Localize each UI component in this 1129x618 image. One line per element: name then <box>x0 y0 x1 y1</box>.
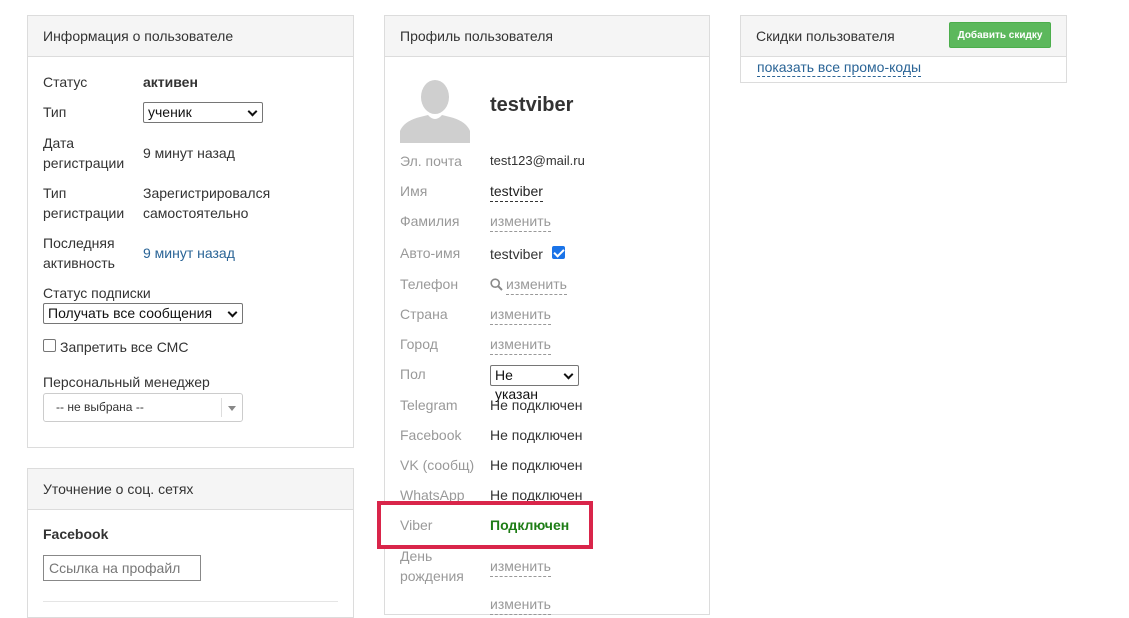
type-select-value: ученик <box>148 104 192 120</box>
type-select[interactable]: ученик <box>143 102 263 123</box>
gender-select[interactable]: Не указан <box>490 365 579 402</box>
profile-title: Профиль пользователя <box>385 16 709 57</box>
show-all-promo-link[interactable]: показать все промо-коды <box>757 59 922 77</box>
status-value: активен <box>143 74 198 90</box>
manager-divider <box>221 398 222 417</box>
social-divider <box>43 601 338 602</box>
subscription-label: Статус подписки <box>43 285 151 301</box>
row-city-label: Город <box>400 336 438 352</box>
avatar <box>400 73 470 143</box>
row-name-value[interactable]: testviber <box>490 181 543 202</box>
search-icon[interactable] <box>490 278 503 291</box>
row-email-value: test123@mail.ru <box>490 153 585 168</box>
subscription-select[interactable]: Получать все сообщения <box>43 303 243 324</box>
row-viber-status: Подключен <box>490 517 570 533</box>
profile-link-input[interactable]: Ссылка на профайл <box>43 555 201 581</box>
social-title: Уточнение о соц. сетях <box>28 469 353 510</box>
row-autoname-label: Авто-имя <box>400 245 461 261</box>
row-name-label: Имя <box>400 183 428 199</box>
type-label: Тип <box>43 104 67 120</box>
social-facebook-label: Facebook <box>43 526 109 542</box>
autoname-checkbox[interactable] <box>552 246 565 259</box>
caret-down-icon <box>228 406 236 411</box>
row-viber-label: Viber <box>400 517 433 533</box>
row-telegram-value: Не подключен <box>490 397 583 413</box>
reg-type-value-2: самостоятельно <box>143 205 249 221</box>
row-country-edit[interactable]: изменить <box>490 304 551 325</box>
row-facebook-value: Не подключен <box>490 427 583 443</box>
row-country-label: Страна <box>400 306 448 322</box>
last-activity-label-1: Последняя <box>43 235 115 251</box>
row-birthday-label-2: рождения <box>400 568 464 584</box>
reg-date-value: 9 минут назад <box>143 145 235 161</box>
chevron-down-icon <box>563 369 574 380</box>
reg-date-label-2: регистрации <box>43 155 125 171</box>
row-vk-label: VK (сообщ) <box>400 457 475 473</box>
row-facebook-label: Facebook <box>400 427 462 443</box>
reg-date-label-1: Дата <box>43 135 75 151</box>
manager-select[interactable]: -- не выбрана -- <box>43 393 243 422</box>
sms-ban-checkbox[interactable] <box>43 339 56 352</box>
add-discount-button[interactable]: Добавить скидку <box>949 22 1051 48</box>
manager-select-value: -- не выбрана -- <box>56 400 144 414</box>
reg-type-label-1: Тип <box>43 185 67 201</box>
row-email-label: Эл. почта <box>400 153 462 169</box>
sms-ban-label: Запретить все СМС <box>60 339 189 355</box>
row-telegram-label: Telegram <box>400 397 458 413</box>
row-city-edit[interactable]: изменить <box>490 334 551 355</box>
reg-type-label-2: регистрации <box>43 205 125 221</box>
row-phone-edit[interactable]: изменить <box>506 274 567 295</box>
row-lastname-edit[interactable]: изменить <box>490 211 551 232</box>
chevron-down-icon <box>247 106 258 117</box>
manager-label: Персональный менеджер <box>43 374 210 390</box>
last-activity-label-2: активность <box>43 255 115 271</box>
row-lastname-label: Фамилия <box>400 213 460 229</box>
last-activity-link[interactable]: 9 минут назад <box>143 243 235 263</box>
subscription-select-value: Получать все сообщения <box>48 305 213 321</box>
reg-type-value-1: Зарегистрировался <box>143 185 271 201</box>
profile-username: testviber <box>490 94 574 116</box>
chevron-down-icon <box>227 307 238 318</box>
status-label: Статус <box>43 74 88 90</box>
user-info-title: Информация о пользователе <box>28 16 353 57</box>
row-birthday-edit[interactable]: изменить <box>490 556 551 577</box>
row-phone-label: Телефон <box>400 276 459 292</box>
profile-link-placeholder: Ссылка на профайл <box>49 560 181 576</box>
row-vk-value: Не подключен <box>490 457 583 473</box>
row-gender-label: Пол <box>400 366 426 382</box>
row-autoname-value: testviber <box>490 246 543 262</box>
row-birthday-label-1: День <box>400 548 433 564</box>
